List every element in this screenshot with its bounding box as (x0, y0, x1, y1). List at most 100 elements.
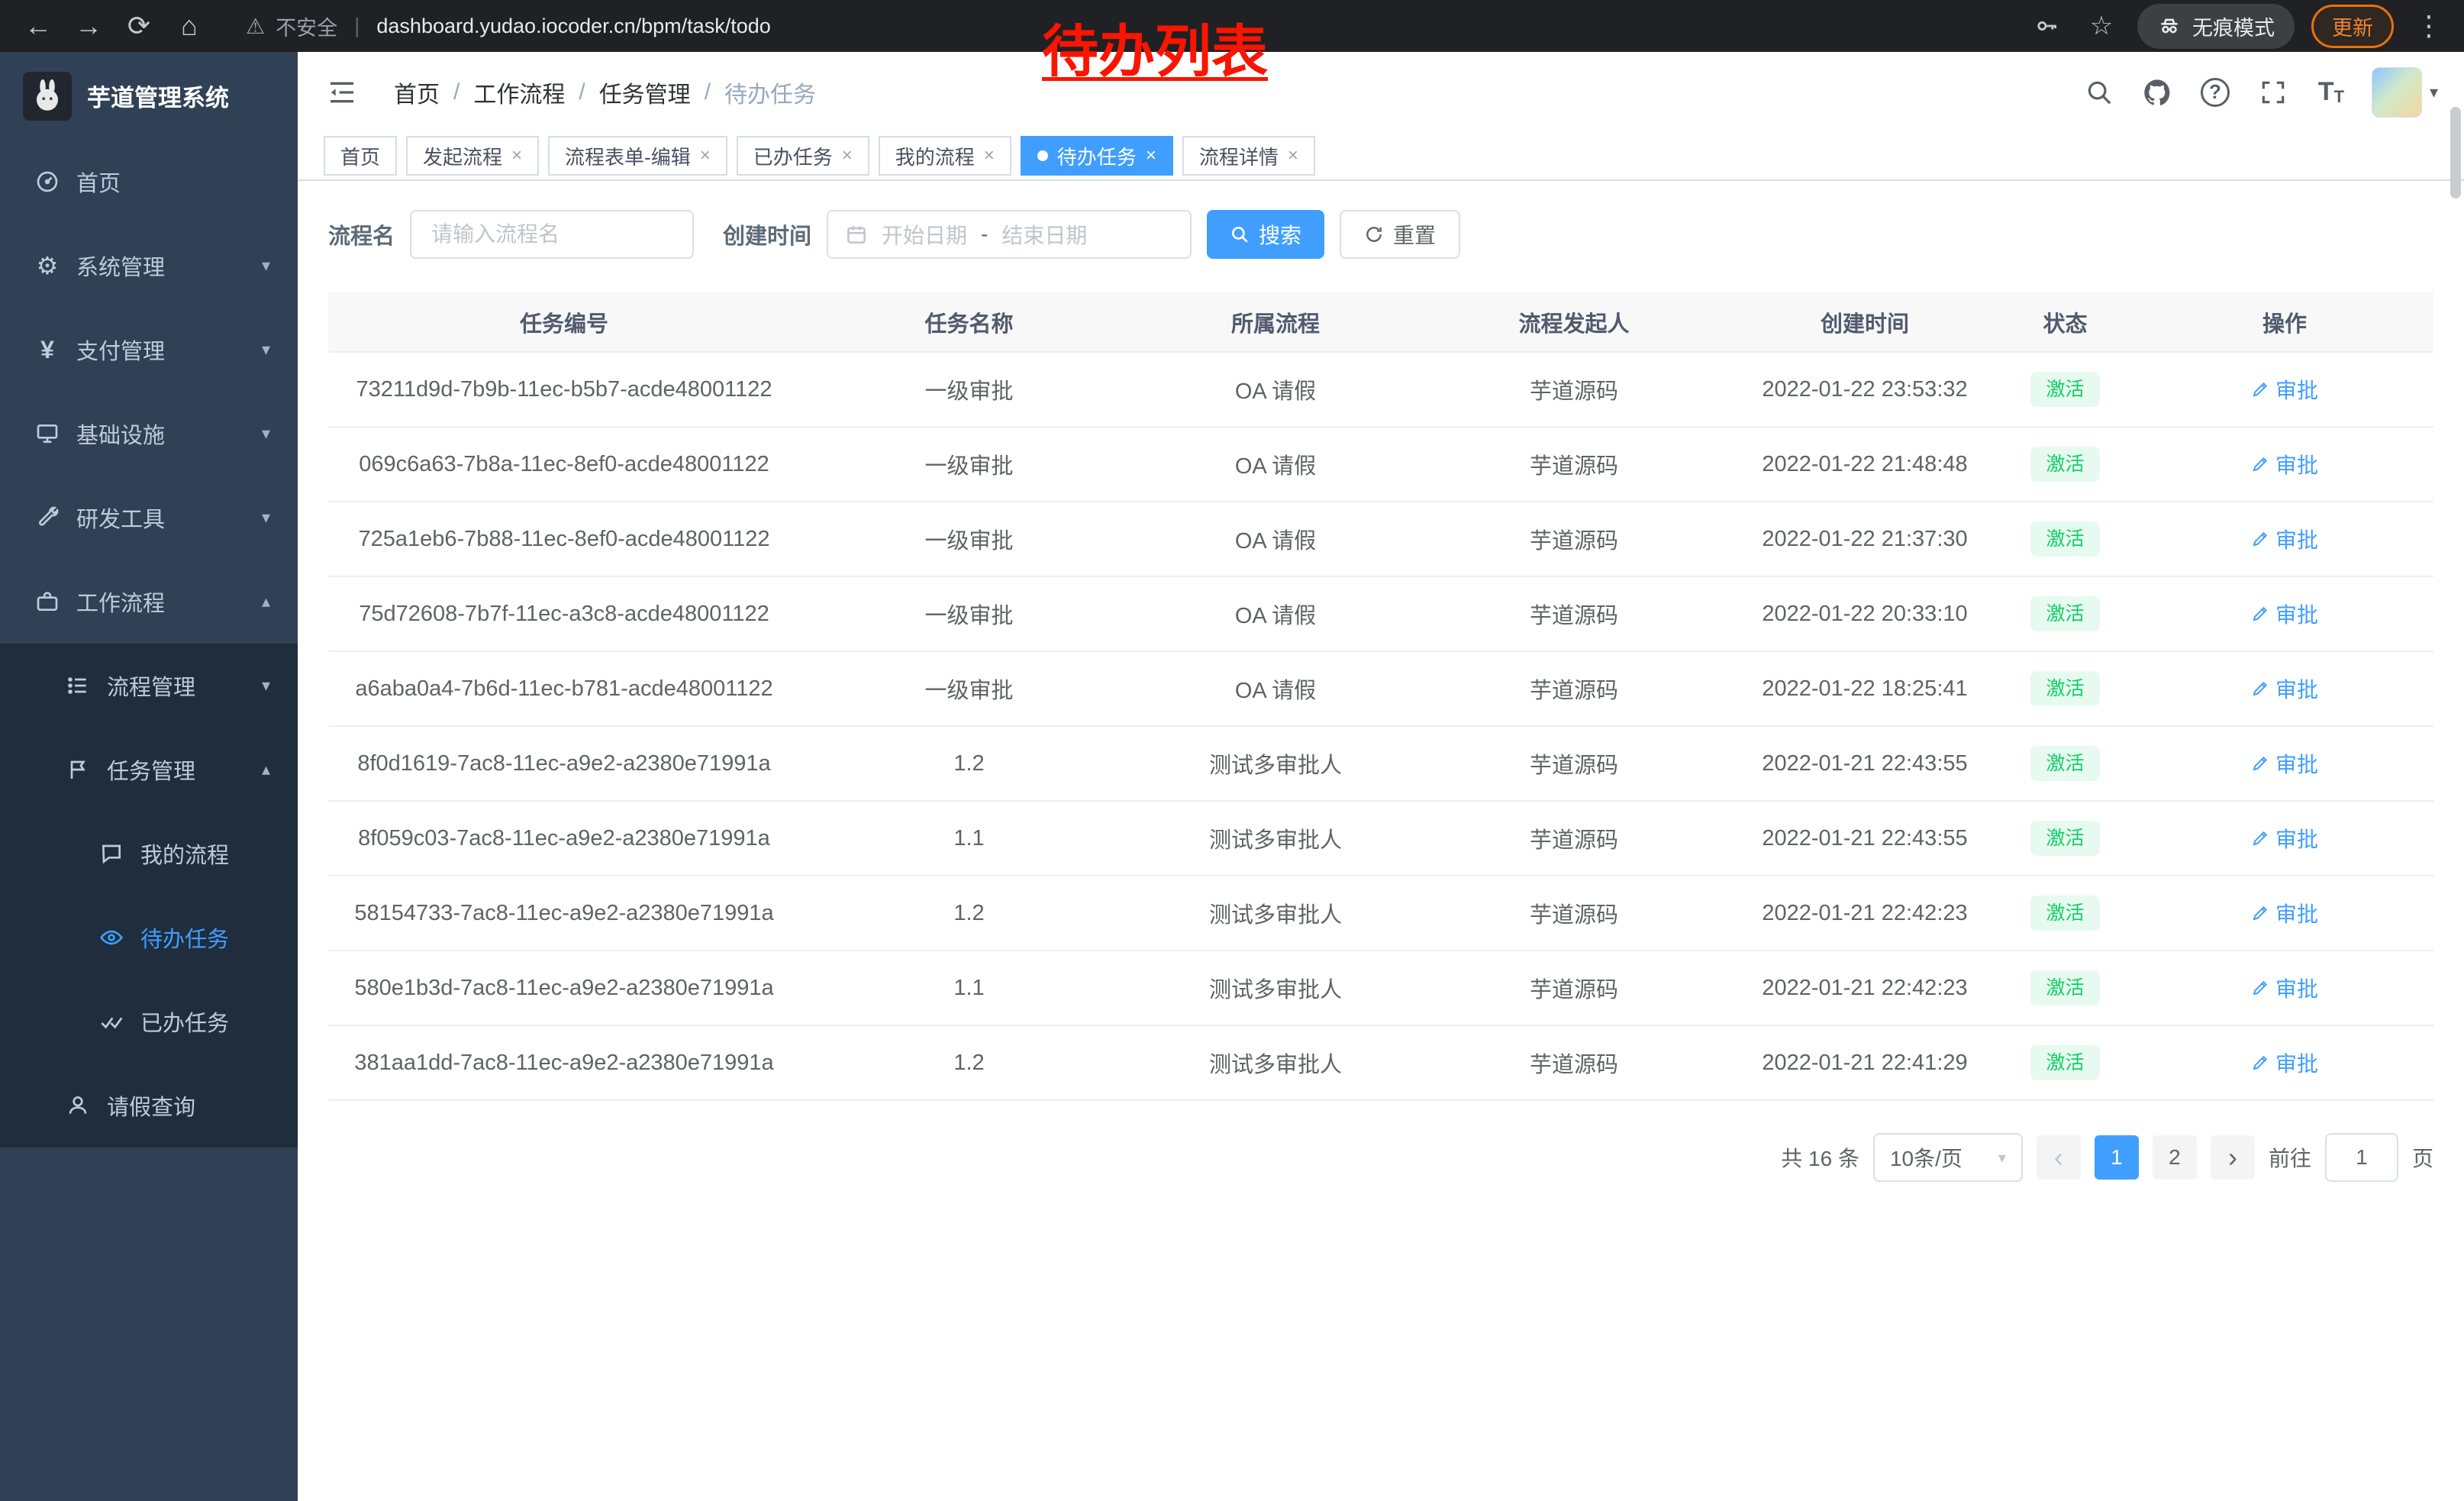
sidebar-item-system[interactable]: ⚙ 系统管理 ▾ (0, 224, 298, 308)
forward-button[interactable]: → (67, 5, 110, 47)
prev-page-button[interactable]: ‹ (2037, 1135, 2081, 1180)
process-name-input[interactable] (410, 210, 694, 259)
tab-process-form-edit[interactable]: 流程表单-编辑 × (548, 136, 727, 176)
tab-label: 我的流程 (895, 142, 975, 170)
sidebar-item-leave-query[interactable]: 请假查询 (0, 1064, 298, 1148)
page-size-select[interactable]: 10条/页 ▾ (1873, 1133, 2023, 1182)
sidebar-item-payment[interactable]: ¥ 支付管理 ▾ (0, 308, 298, 392)
chevron-down-icon: ▾ (262, 340, 270, 360)
approve-link[interactable]: 审批 (2251, 374, 2318, 405)
sidebar-item-my-process[interactable]: 我的流程 (0, 812, 298, 896)
scrollbar-thumb[interactable] (2450, 107, 2461, 199)
sidebar-item-infra[interactable]: 基础设施 ▾ (0, 392, 298, 476)
annotation-text: 待办列表 (1042, 6, 1268, 88)
app-logo[interactable]: 芋道管理系统 (0, 52, 298, 140)
cell-initiator: 芋道源码 (1413, 726, 1735, 801)
address-divider: | (354, 14, 360, 38)
close-icon[interactable]: × (1288, 147, 1298, 165)
bookmark-star-icon[interactable]: ☆ (2082, 7, 2121, 45)
tab-home[interactable]: 首页 (324, 136, 397, 176)
next-page-button[interactable]: › (2211, 1135, 2255, 1180)
tab-process-detail[interactable]: 流程详情 × (1182, 136, 1315, 176)
browser-chrome: ← → ⟳ ⌂ ⚠ 不安全 | dashboard.yudao.iocoder.… (0, 0, 2464, 52)
search-button[interactable]: 搜索 (1207, 210, 1324, 259)
approve-link[interactable]: 审批 (2251, 1047, 2318, 1078)
sidebar-toggle-icon[interactable] (324, 74, 360, 111)
close-icon[interactable]: × (842, 147, 853, 165)
update-button[interactable]: 更新 (2311, 5, 2394, 48)
key-icon[interactable] (2027, 7, 2066, 45)
cell-initiator: 芋道源码 (1413, 352, 1735, 427)
approve-link-label: 审批 (2275, 374, 2318, 405)
home-button[interactable]: ⌂ (168, 5, 211, 47)
status-badge: 激活 (2030, 447, 2099, 482)
search-icon[interactable] (2082, 75, 2117, 110)
sidebar-item-done-task[interactable]: 已办任务 (0, 980, 298, 1064)
gear-icon: ⚙ (34, 251, 61, 280)
workflow-submenu: 流程管理 ▾ 任务管理 ▴ 我的流程 (0, 644, 298, 1148)
approve-link[interactable]: 审批 (2251, 673, 2318, 704)
goto-page-input[interactable] (2325, 1133, 2398, 1182)
breadcrumb-item-home[interactable]: 首页 (394, 76, 440, 109)
incognito-label: 无痕模式 (2192, 11, 2275, 41)
sidebar-item-task-mgmt[interactable]: 任务管理 ▴ (0, 728, 298, 812)
github-icon[interactable] (2140, 75, 2175, 110)
approve-link[interactable]: 审批 (2251, 524, 2318, 554)
tab-start-process[interactable]: 发起流程 × (406, 136, 539, 176)
sidebar-item-workflow[interactable]: 工作流程 ▴ (0, 560, 298, 644)
close-icon[interactable]: × (1146, 147, 1156, 165)
close-icon[interactable]: × (511, 147, 522, 165)
approve-link[interactable]: 审批 (2251, 973, 2318, 1003)
date-range-picker[interactable]: 开始日期 - 结束日期 (827, 210, 1192, 259)
status-badge: 激活 (2030, 671, 2099, 706)
fullscreen-icon[interactable] (2256, 75, 2291, 110)
approve-link[interactable]: 审批 (2251, 748, 2318, 779)
chevron-up-icon: ▴ (262, 592, 270, 612)
tab-todo-task[interactable]: 待办任务 × (1021, 136, 1173, 176)
cell-task-name: 一级审批 (800, 576, 1138, 651)
status-badge: 激活 (2030, 746, 2099, 781)
approve-link[interactable]: 审批 (2251, 823, 2318, 854)
page-button-2[interactable]: 2 (2153, 1135, 2197, 1180)
chrome-right-controls: ☆ 无痕模式 更新 ⋮ (2027, 4, 2447, 49)
approve-link[interactable]: 审批 (2251, 599, 2318, 629)
sidebar-item-home[interactable]: 首页 (0, 140, 298, 224)
sidebar-item-label: 支付管理 (76, 334, 165, 366)
tab-done-task[interactable]: 已办任务 × (737, 136, 869, 176)
cell-task-id: a6aba0a4-7b6d-11ec-b781-acde48001122 (328, 651, 800, 726)
flag-icon (64, 757, 92, 782)
back-button[interactable]: ← (17, 5, 60, 47)
sidebar-item-todo-task[interactable]: 待办任务 (0, 896, 298, 980)
incognito-badge[interactable]: 无痕模式 (2137, 4, 2295, 49)
table-body: 73211d9d-7b9b-11ec-b5b7-acde48001122 一级审… (328, 352, 2433, 1100)
approve-link-label: 审批 (2275, 973, 2318, 1003)
reload-button[interactable]: ⟳ (118, 5, 160, 47)
table-row: 8f0d1619-7ac8-11ec-a9e2-a2380e71991a 1.2… (328, 726, 2433, 801)
cell-created: 2022-01-22 20:33:10 (1735, 576, 1995, 651)
status-badge: 激活 (2030, 372, 2099, 407)
table-row: 580e1b3d-7ac8-11ec-a9e2-a2380e71991a 1.1… (328, 951, 2433, 1025)
breadcrumb-item-task-mgmt[interactable]: 任务管理 (599, 76, 691, 109)
monitor-icon (34, 421, 61, 446)
tab-my-process[interactable]: 我的流程 × (879, 136, 1011, 176)
approve-link[interactable]: 审批 (2251, 449, 2318, 479)
approve-link[interactable]: 审批 (2251, 898, 2318, 928)
sidebar-item-devtools[interactable]: 研发工具 ▾ (0, 476, 298, 560)
breadcrumb-separator: / (579, 79, 585, 105)
close-icon[interactable]: × (700, 147, 711, 165)
cell-created: 2022-01-22 18:25:41 (1735, 651, 1995, 726)
help-icon[interactable]: ? (2198, 75, 2233, 110)
cell-process: OA 请假 (1138, 502, 1413, 576)
dashboard-icon (34, 169, 61, 194)
user-avatar[interactable]: ▾ (2372, 67, 2438, 118)
reset-button[interactable]: 重置 (1340, 210, 1460, 259)
sidebar-item-process-mgmt[interactable]: 流程管理 ▾ (0, 644, 298, 728)
update-label: 更新 (2332, 11, 2373, 41)
breadcrumb-item-workflow[interactable]: 工作流程 (473, 76, 565, 109)
page-button-1[interactable]: 1 (2095, 1135, 2139, 1180)
column-header-task-name: 任务名称 (800, 292, 1138, 352)
browser-menu-icon[interactable]: ⋮ (2411, 10, 2447, 42)
font-size-icon[interactable]: TT (2314, 75, 2349, 110)
tabs-bar: 首页 发起流程 × 流程表单-编辑 × 已办任务 × 我的流程 × (298, 132, 2464, 181)
close-icon[interactable]: × (984, 147, 995, 165)
